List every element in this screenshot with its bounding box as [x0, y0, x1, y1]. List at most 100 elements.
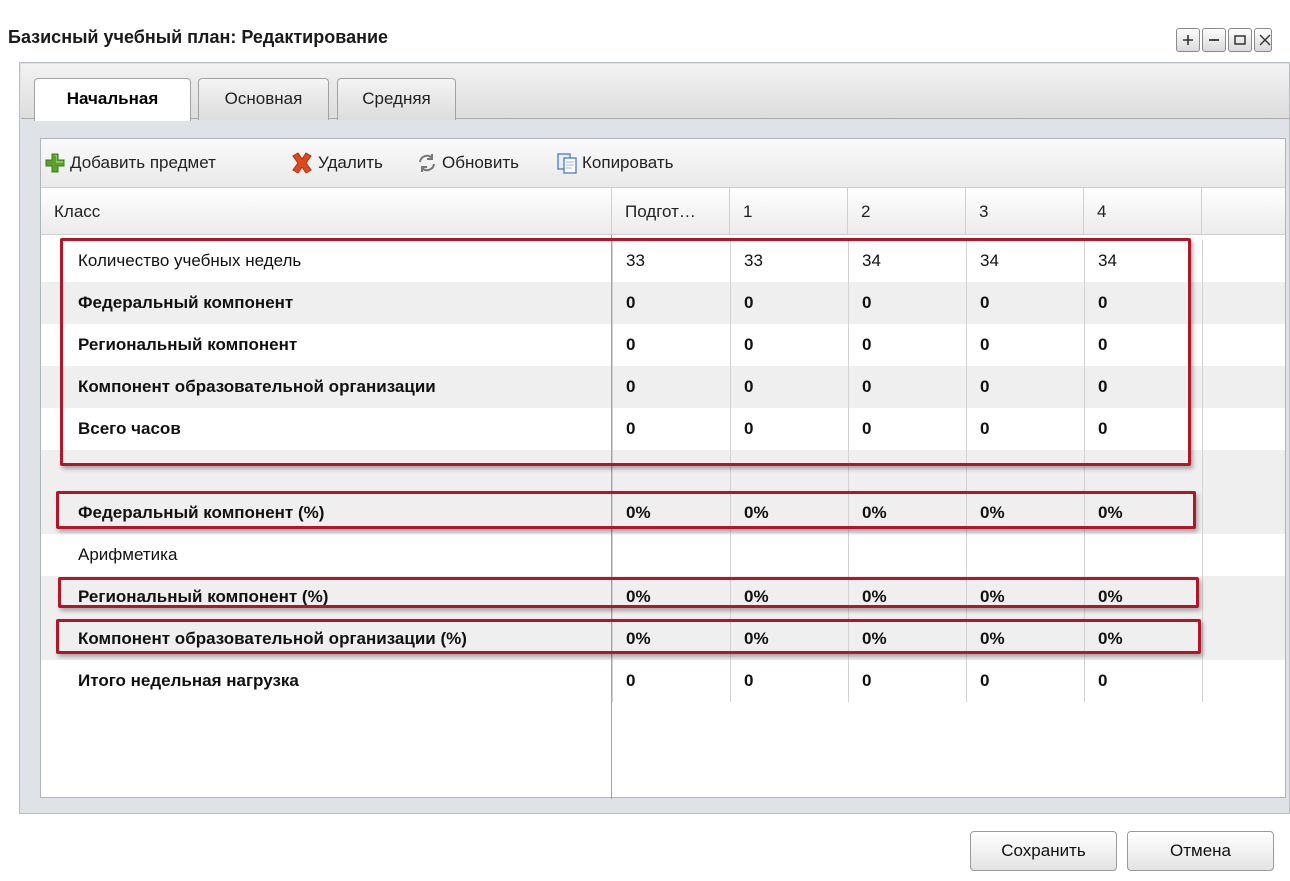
- table-row[interactable]: Региональный компонент (%) 0% 0% 0% 0% 0%: [41, 576, 1285, 618]
- row-label: Компонент образовательной организации: [78, 377, 436, 396]
- row-end-divider: [1202, 660, 1203, 702]
- table-cell[interactable]: 0: [848, 660, 965, 702]
- table-cell[interactable]: [848, 450, 965, 492]
- table-cell[interactable]: [1084, 450, 1201, 492]
- table-row[interactable]: Федеральный компонент 0 0 0 0 0: [41, 282, 1285, 324]
- table-row[interactable]: Количество учебных недель 33 33 34 34 34: [41, 240, 1285, 282]
- table-cell[interactable]: 0: [966, 282, 1083, 324]
- table-cell[interactable]: 0: [1084, 366, 1201, 408]
- table-cell[interactable]: 0%: [1084, 618, 1201, 660]
- table-cell[interactable]: 0: [848, 282, 965, 324]
- table-cell[interactable]: 0: [1084, 408, 1201, 450]
- table-cell[interactable]: [966, 450, 1083, 492]
- table-cell[interactable]: 0: [730, 324, 847, 366]
- row-label: Региональный компонент: [78, 335, 298, 354]
- table-cell[interactable]: 0%: [730, 492, 847, 534]
- table-cell[interactable]: 0: [612, 366, 729, 408]
- table-cell[interactable]: 34: [966, 240, 1083, 282]
- row-end-divider: [1202, 492, 1203, 534]
- add-subject-button[interactable]: Добавить предмет: [43, 150, 216, 176]
- table-row[interactable]: [41, 450, 1285, 492]
- table-cell[interactable]: 0: [1084, 282, 1201, 324]
- table-cell[interactable]: 0: [612, 660, 729, 702]
- table-cell[interactable]: 0: [848, 324, 965, 366]
- table-cell[interactable]: 0: [730, 660, 847, 702]
- table-cell[interactable]: 0%: [612, 576, 729, 618]
- table-cell[interactable]: 0: [966, 408, 1083, 450]
- column-header-1[interactable]: 1: [730, 188, 848, 235]
- window-title: Базисный учебный план: Редактирование: [8, 27, 389, 47]
- row-end-divider: [1202, 450, 1203, 492]
- column-header-3[interactable]: 3: [966, 188, 1084, 235]
- table-cell[interactable]: [612, 534, 729, 576]
- copy-icon: [557, 153, 577, 174]
- table-cell[interactable]: 0: [966, 660, 1083, 702]
- table-cell[interactable]: 0: [848, 408, 965, 450]
- row-label: Региональный компонент (%): [78, 587, 329, 606]
- table-cell[interactable]: 0%: [1084, 576, 1201, 618]
- plus-icon[interactable]: [1176, 28, 1200, 52]
- maximize-icon[interactable]: [1228, 28, 1252, 52]
- table-row[interactable]: Итого недельная нагрузка 0 0 0 0 0: [41, 660, 1285, 702]
- table-cell[interactable]: 0: [612, 282, 729, 324]
- table-cell[interactable]: 0: [730, 408, 847, 450]
- row-label: Федеральный компонент: [78, 293, 294, 312]
- table-cell[interactable]: 0%: [612, 618, 729, 660]
- row-end-divider: [1202, 324, 1203, 366]
- table-cell[interactable]: 34: [848, 240, 965, 282]
- column-header-prep[interactable]: Подгот…: [612, 188, 730, 235]
- row-label: Арифметика: [78, 545, 178, 564]
- table-cell[interactable]: 0: [612, 324, 729, 366]
- column-header-4[interactable]: 4: [1084, 188, 1202, 235]
- row-label: Количество учебных недель: [78, 251, 302, 270]
- table-cell[interactable]: 0%: [966, 576, 1083, 618]
- table-row[interactable]: Компонент образовательной организации (%…: [41, 618, 1285, 660]
- table-cell[interactable]: 0%: [730, 618, 847, 660]
- column-header-2[interactable]: 2: [848, 188, 966, 235]
- tab-primary[interactable]: Начальная: [34, 78, 191, 121]
- table-cell[interactable]: 0: [730, 366, 847, 408]
- table-row[interactable]: Федеральный компонент (%) 0% 0% 0% 0% 0%: [41, 492, 1285, 534]
- tab-basic[interactable]: Основная: [198, 78, 329, 120]
- table-cell[interactable]: 0%: [1084, 492, 1201, 534]
- minimize-icon[interactable]: [1202, 28, 1226, 52]
- table-row[interactable]: Компонент образовательной организации 0 0 0…: [41, 366, 1285, 408]
- table-row[interactable]: Региональный компонент 0 0 0 0 0: [41, 324, 1285, 366]
- table-cell[interactable]: 0: [1084, 324, 1201, 366]
- table-cell[interactable]: 0: [966, 366, 1083, 408]
- close-icon[interactable]: [1254, 28, 1272, 52]
- table-cell[interactable]: 0%: [730, 576, 847, 618]
- table-cell[interactable]: 0%: [966, 492, 1083, 534]
- table-cell[interactable]: [730, 534, 847, 576]
- tab-secondary[interactable]: Средняя: [337, 78, 456, 120]
- row-end-divider: [1202, 576, 1203, 618]
- table-cell[interactable]: [966, 534, 1083, 576]
- plus-icon: [45, 153, 65, 173]
- table-cell[interactable]: 0%: [848, 618, 965, 660]
- table-cell[interactable]: 0: [966, 324, 1083, 366]
- table-cell[interactable]: 33: [730, 240, 847, 282]
- table-cell[interactable]: 34: [1084, 240, 1201, 282]
- table-cell[interactable]: 0: [1084, 660, 1201, 702]
- cancel-button[interactable]: Отмена: [1127, 831, 1274, 871]
- table-cell[interactable]: [730, 450, 847, 492]
- table-cell[interactable]: [612, 450, 729, 492]
- table-cell[interactable]: 0: [730, 282, 847, 324]
- table-cell[interactable]: 0%: [612, 492, 729, 534]
- table-cell[interactable]: 0%: [848, 576, 965, 618]
- column-header-class[interactable]: Класс: [41, 188, 612, 235]
- table-cell[interactable]: 33: [612, 240, 729, 282]
- table-cell[interactable]: [848, 534, 965, 576]
- save-button[interactable]: Сохранить: [970, 831, 1117, 871]
- refresh-button[interactable]: Обновить: [415, 150, 519, 176]
- table-cell[interactable]: 0%: [966, 618, 1083, 660]
- table-cell[interactable]: 0%: [848, 492, 965, 534]
- tab-strip: Начальная Основная Средняя: [21, 64, 1289, 121]
- table-cell[interactable]: 0: [612, 408, 729, 450]
- table-cell[interactable]: [1084, 534, 1201, 576]
- table-cell[interactable]: 0: [848, 366, 965, 408]
- copy-button[interactable]: Копировать: [555, 150, 674, 176]
- table-row[interactable]: Всего часов 0 0 0 0 0: [41, 408, 1285, 450]
- delete-button[interactable]: Удалить: [289, 150, 383, 176]
- table-row[interactable]: Арифметика: [41, 534, 1285, 576]
